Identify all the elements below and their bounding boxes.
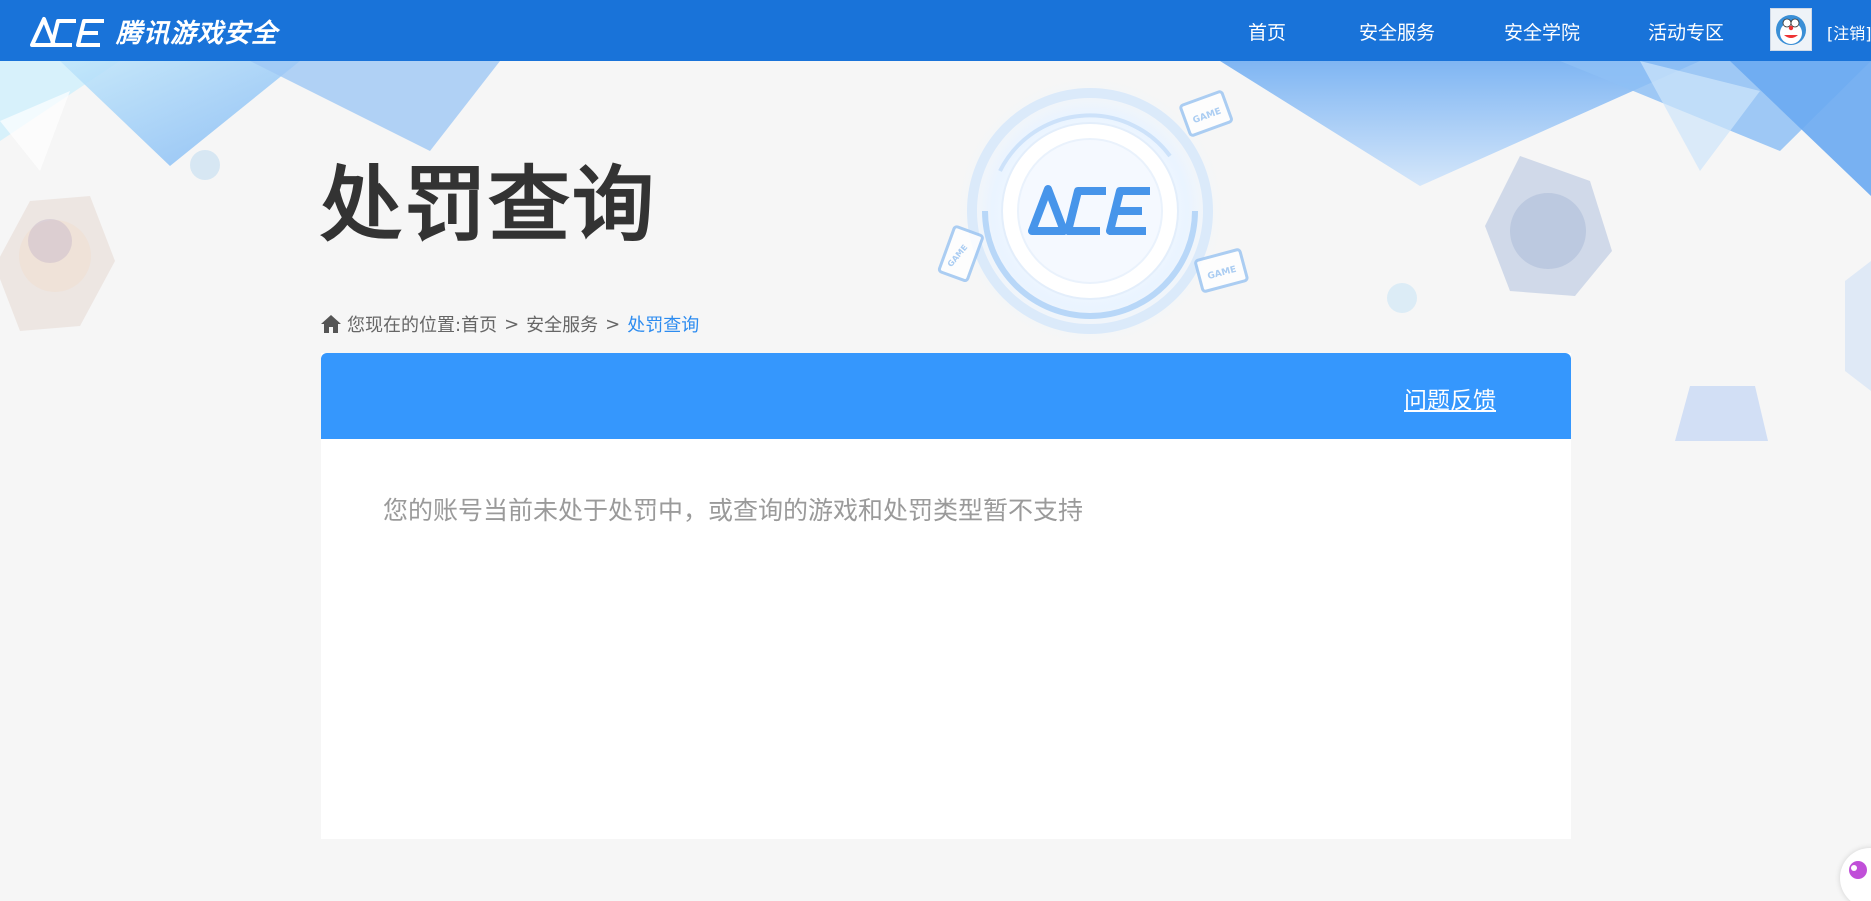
feedback-link[interactable]: 问题反馈 xyxy=(1404,381,1496,415)
breadcrumb-prefix: 您现在的位置: xyxy=(347,315,462,336)
breadcrumb-separator: > xyxy=(504,313,520,335)
brand-logo[interactable]: 腾讯游戏安全 xyxy=(28,10,278,52)
floating-assistant-button[interactable] xyxy=(1840,848,1871,901)
user-avatar[interactable] xyxy=(1770,8,1812,51)
breadcrumb-home[interactable]: 首页 xyxy=(461,311,497,337)
nav-item-security-academy[interactable]: 安全学院 xyxy=(1504,18,1580,45)
breadcrumb-separator: > xyxy=(605,313,621,335)
brand-name: 腾讯游戏安全 xyxy=(116,18,279,49)
logout-link[interactable]: [注销] xyxy=(1827,20,1871,44)
ace-logo-icon xyxy=(30,17,104,47)
top-nav-bar: 腾讯游戏安全 首页 安全服务 安全学院 活动专区 [注销] xyxy=(0,0,1871,61)
nav-item-security-service[interactable]: 安全服务 xyxy=(1359,18,1435,45)
breadcrumb-security-service[interactable]: 安全服务 xyxy=(526,311,598,337)
panel-header: 问题反馈 xyxy=(321,353,1571,439)
home-icon xyxy=(321,315,341,333)
assistant-icon xyxy=(1849,861,1867,879)
query-result-panel: 问题反馈 您的账号当前未处于处罚中，或查询的游戏和处罚类型暂不支持 xyxy=(321,353,1571,839)
avatar-image-icon xyxy=(1771,9,1811,50)
page: 腾讯游戏安全 首页 安全服务 安全学院 活动专区 [注销] GAME GAME … xyxy=(0,0,1871,901)
nav-item-events[interactable]: 活动专区 xyxy=(1648,18,1724,45)
page-title: 处罚查询 xyxy=(320,158,657,253)
nav-item-home[interactable]: 首页 xyxy=(1248,18,1286,45)
breadcrumb: 您现在的位置: 首页 > 安全服务 > 处罚查询 xyxy=(320,312,699,336)
result-message: 您的账号当前未处于处罚中，或查询的游戏和处罚类型暂不支持 xyxy=(383,496,1084,525)
breadcrumb-current[interactable]: 处罚查询 xyxy=(627,311,699,337)
